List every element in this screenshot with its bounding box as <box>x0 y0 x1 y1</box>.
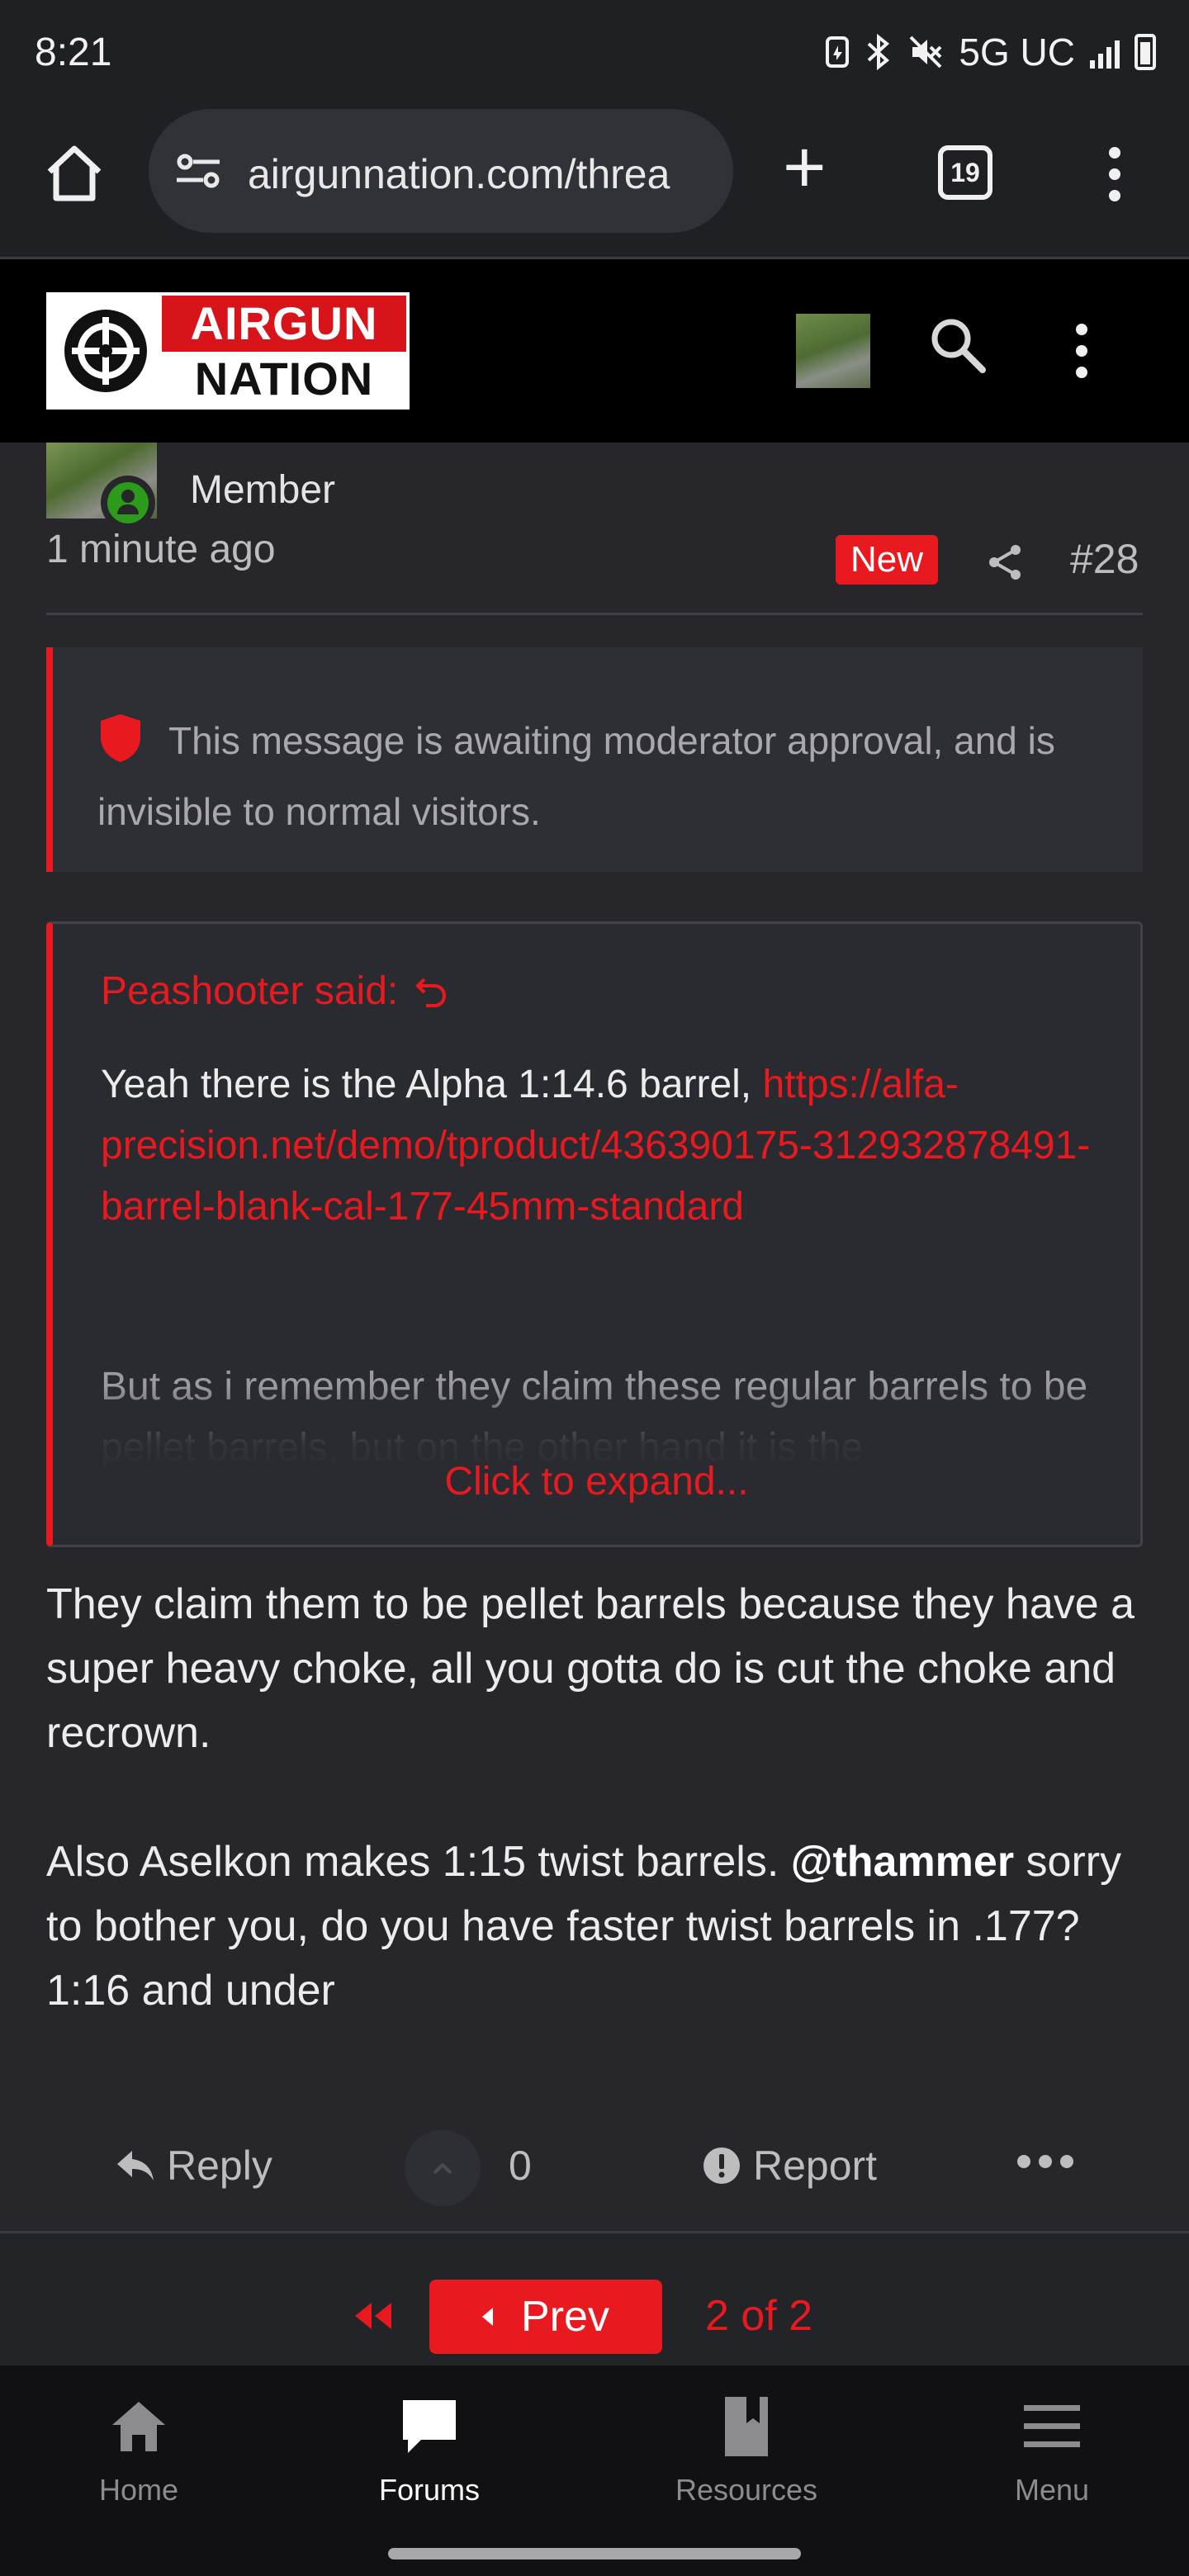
quote-author-text: Peashooter said: <box>101 969 399 1013</box>
crosshair-logo-icon <box>50 296 162 406</box>
home-icon[interactable] <box>41 140 107 206</box>
pagination: Prev 2 of 2 <box>0 2233 1189 2365</box>
prev-page-button[interactable]: Prev <box>429 2280 662 2354</box>
nav-label: Resources <box>675 2473 818 2507</box>
home-icon <box>112 2402 165 2451</box>
browser-toolbar: airgunnation.com/threa + 19 <box>0 99 1189 259</box>
prev-label: Prev <box>521 2293 609 2341</box>
search-icon[interactable] <box>925 312 991 378</box>
nav-item-resources[interactable]: Resources <box>623 2394 870 2507</box>
data-saver-icon <box>826 36 850 68</box>
moderation-notice-text: This message is awaiting moderator appro… <box>97 719 1055 833</box>
site-settings-icon[interactable] <box>173 150 223 192</box>
upvote-button[interactable] <box>405 2130 481 2206</box>
nav-item-forums[interactable]: Forums <box>306 2394 553 2507</box>
post-number-link[interactable]: #28 <box>1070 535 1139 583</box>
book-icon <box>725 2397 768 2456</box>
post-body: They claim them to be pellet barrels bec… <box>46 1572 1143 2087</box>
new-tab-icon[interactable]: + <box>783 130 827 205</box>
moderation-notice: This message is awaiting moderator appro… <box>46 647 1143 872</box>
post-header: Member 1 minute ago New #28 <box>0 443 1189 616</box>
quote-text: Yeah there is the Alpha 1:14.6 barrel, h… <box>101 1054 1092 1238</box>
expand-quote-button[interactable]: Click to expand... <box>53 1459 1140 1504</box>
reply-label: Reply <box>167 2143 272 2189</box>
online-status-icon <box>101 476 155 530</box>
first-page-icon[interactable] <box>350 2299 396 2332</box>
page-position[interactable]: 2 of 2 <box>705 2291 812 2341</box>
report-button[interactable]: Report <box>702 2142 877 2190</box>
reply-icon <box>117 2151 154 2181</box>
body-paragraph: They claim them to be pellet barrels bec… <box>46 1580 1135 1757</box>
tab-switcher-button[interactable]: 19 <box>938 145 992 200</box>
logo-word-nation: NATION <box>162 352 406 406</box>
share-icon[interactable] <box>984 542 1026 583</box>
nav-item-menu[interactable]: Menu <box>928 2394 1176 2507</box>
nav-label: Menu <box>1014 2473 1090 2507</box>
chevron-left-icon <box>482 2308 494 2326</box>
gesture-bar[interactable] <box>388 2548 801 2559</box>
shield-icon <box>101 714 140 762</box>
site-menu-icon[interactable] <box>1073 324 1090 388</box>
user-avatar[interactable] <box>796 314 870 388</box>
jump-to-quote-icon[interactable] <box>413 973 449 1009</box>
battery-icon <box>1135 34 1156 70</box>
post-timestamp[interactable]: 1 minute ago <box>46 527 276 572</box>
logo-word-airgun: AIRGUN <box>162 296 406 352</box>
bluetooth-icon <box>868 34 890 70</box>
address-bar[interactable]: airgunnation.com/threa <box>149 109 733 233</box>
quote-text-lead: Yeah there is the Alpha 1:14.6 barrel, <box>101 1063 763 1106</box>
site-header: AIRGUN NATION <box>0 259 1189 443</box>
status-time: 8:21 <box>35 31 112 74</box>
quote-block: Peashooter said: Yeah there is the Alpha… <box>46 921 1143 1547</box>
new-badge: New <box>836 535 939 585</box>
nav-item-home[interactable]: Home <box>15 2394 263 2507</box>
chat-bubble-icon <box>403 2400 456 2453</box>
network-label: 5G UC <box>959 31 1075 73</box>
quote-author-link[interactable]: Peashooter said: <box>101 968 449 1014</box>
site-logo[interactable]: AIRGUN NATION <box>46 292 410 410</box>
hamburger-menu-icon <box>1024 2405 1080 2447</box>
post-actions: Reply 0 Report <box>0 2114 1189 2229</box>
vote-count: 0 <box>509 2143 532 2189</box>
status-icons: 5G UC <box>825 30 1156 74</box>
url-text[interactable]: airgunnation.com/threa <box>248 150 710 198</box>
browser-menu-icon[interactable] <box>1106 147 1123 211</box>
mute-icon <box>909 36 942 69</box>
divider <box>46 613 1143 615</box>
more-options-icon[interactable] <box>1017 2155 1073 2168</box>
bottom-nav: Home Forums Resources Menu <box>0 2365 1189 2576</box>
body-paragraph: Also Aselkon makes 1:15 twist barrels. @… <box>46 1830 1143 2023</box>
signal-icon <box>1090 36 1120 69</box>
nav-label: Home <box>98 2473 179 2507</box>
body-text: Also Aselkon makes 1:15 twist barrels. <box>46 1838 791 1886</box>
status-bar: 8:21 5G UC <box>0 0 1189 99</box>
member-title: Member <box>190 468 336 512</box>
report-label: Report <box>753 2143 878 2189</box>
nav-label: Forums <box>378 2473 480 2507</box>
user-mention-link[interactable]: @thammer <box>791 1838 1014 1886</box>
chevron-up-icon <box>433 2162 452 2175</box>
alert-icon <box>703 2147 740 2184</box>
reply-button[interactable]: Reply <box>116 2142 272 2190</box>
